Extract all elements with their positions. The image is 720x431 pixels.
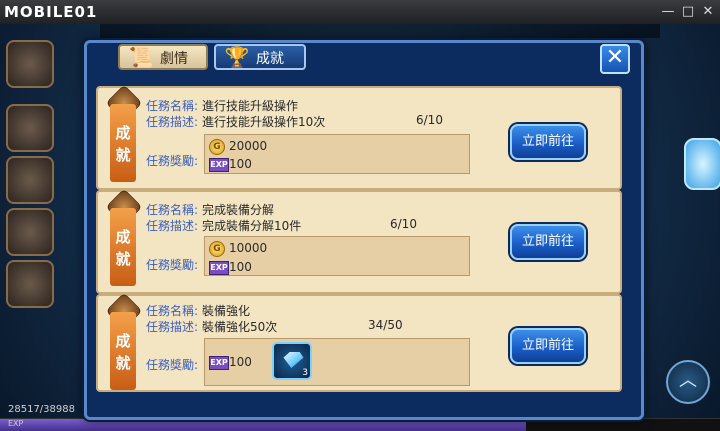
- hex-menu-button[interactable]: [684, 138, 720, 190]
- task-reward-label: 任務獎勵:: [146, 258, 199, 272]
- exp-icon: EXP: [209, 261, 229, 275]
- close-dialog-button[interactable]: ✕: [600, 44, 630, 74]
- gem-icon: [281, 352, 304, 368]
- reward-box: EXP 100: [204, 338, 470, 386]
- task-desc-label: 任務描述:: [146, 320, 199, 334]
- maximize-button[interactable]: □: [680, 4, 696, 20]
- exp-icon: EXP: [209, 356, 229, 370]
- window-titlebar: MOBILE01 — □ ✕: [0, 0, 720, 25]
- resource-strip: [100, 24, 660, 38]
- task-row: 成 就 任務名稱: 完成裝備分解 任務描述: 完成裝備分解10件 6/10 任務…: [96, 188, 622, 294]
- go-now-button[interactable]: 立即前往: [510, 124, 586, 160]
- app-logo: MOBILE01: [4, 3, 98, 21]
- gold-amount: 10000: [229, 241, 268, 255]
- go-now-button[interactable]: 立即前往: [510, 224, 586, 260]
- tab-achievement[interactable]: 🏆 成就: [214, 44, 306, 70]
- exp-amount: 100: [229, 157, 252, 171]
- tab-achievement-label: 成就: [256, 51, 284, 67]
- exp-amount: 100: [229, 260, 252, 274]
- reward-box: G 10000 EXP 100: [204, 236, 470, 276]
- character-button[interactable]: [6, 104, 54, 152]
- expand-up-button[interactable]: ︿: [666, 360, 710, 404]
- exp-label: EXP: [8, 419, 24, 428]
- badge-text: 成 就: [115, 124, 131, 164]
- task-progress: 6/10: [416, 113, 443, 127]
- skill-button[interactable]: [6, 260, 54, 308]
- task-row: 成 就 任務名稱: 裝備強化 任務描述: 裝備強化50次 34/50 任務獎勵:…: [96, 292, 622, 392]
- daily-button[interactable]: [6, 156, 54, 204]
- exp-bar-fill: [0, 419, 526, 431]
- hero-avatar-button[interactable]: [6, 40, 54, 88]
- badge-text: 成 就: [115, 228, 131, 268]
- tab-story[interactable]: 📜 劇情: [118, 44, 208, 70]
- gold-amount: 20000: [229, 139, 268, 153]
- reward-box: G 20000 EXP 100: [204, 134, 470, 174]
- badge-text: 成 就: [115, 332, 131, 372]
- task-name-label: 任務名稱:: [146, 203, 199, 217]
- task-progress: 34/50: [368, 318, 403, 332]
- exp-value: 28517/38988: [8, 404, 75, 415]
- achievement-badge: 成 就: [110, 312, 136, 390]
- task-progress: 6/10: [390, 217, 417, 231]
- task-desc: 裝備強化50次: [202, 320, 278, 334]
- exp-icon: EXP: [209, 158, 229, 172]
- reward-item-slot[interactable]: 3: [272, 342, 312, 380]
- task-name-label: 任務名稱:: [146, 304, 199, 318]
- gold-coin-icon: G: [209, 241, 225, 257]
- task-desc-label: 任務描述:: [146, 115, 199, 129]
- task-name: 裝備強化: [202, 304, 251, 318]
- trophy-icon: 🏆: [224, 45, 250, 69]
- scroll-icon: 📜: [128, 45, 154, 69]
- left-menu: [0, 24, 60, 430]
- minimize-button[interactable]: —: [660, 4, 676, 20]
- go-now-button[interactable]: 立即前往: [510, 328, 586, 364]
- task-row: 成 就 任務名稱: 進行技能升級操作 任務描述: 進行技能升級操作10次 6/1…: [96, 84, 622, 190]
- bag-button[interactable]: [6, 208, 54, 256]
- tab-story-label: 劇情: [160, 51, 188, 67]
- task-desc-label: 任務描述:: [146, 219, 199, 233]
- task-name: 進行技能升級操作: [202, 99, 299, 113]
- task-name-label: 任務名稱:: [146, 99, 199, 113]
- task-desc: 完成裝備分解10件: [202, 219, 302, 233]
- task-name: 完成裝備分解: [202, 203, 275, 217]
- task-desc: 進行技能升級操作10次: [202, 115, 326, 129]
- gold-coin-icon: G: [209, 139, 225, 155]
- exp-amount: 100: [229, 355, 252, 369]
- item-count: 3: [302, 368, 308, 378]
- task-reward-label: 任務獎勵:: [146, 358, 199, 372]
- achievement-badge: 成 就: [110, 104, 136, 182]
- task-reward-label: 任務獎勵:: [146, 154, 199, 168]
- close-window-button[interactable]: ✕: [700, 4, 716, 20]
- achievement-badge: 成 就: [110, 208, 136, 286]
